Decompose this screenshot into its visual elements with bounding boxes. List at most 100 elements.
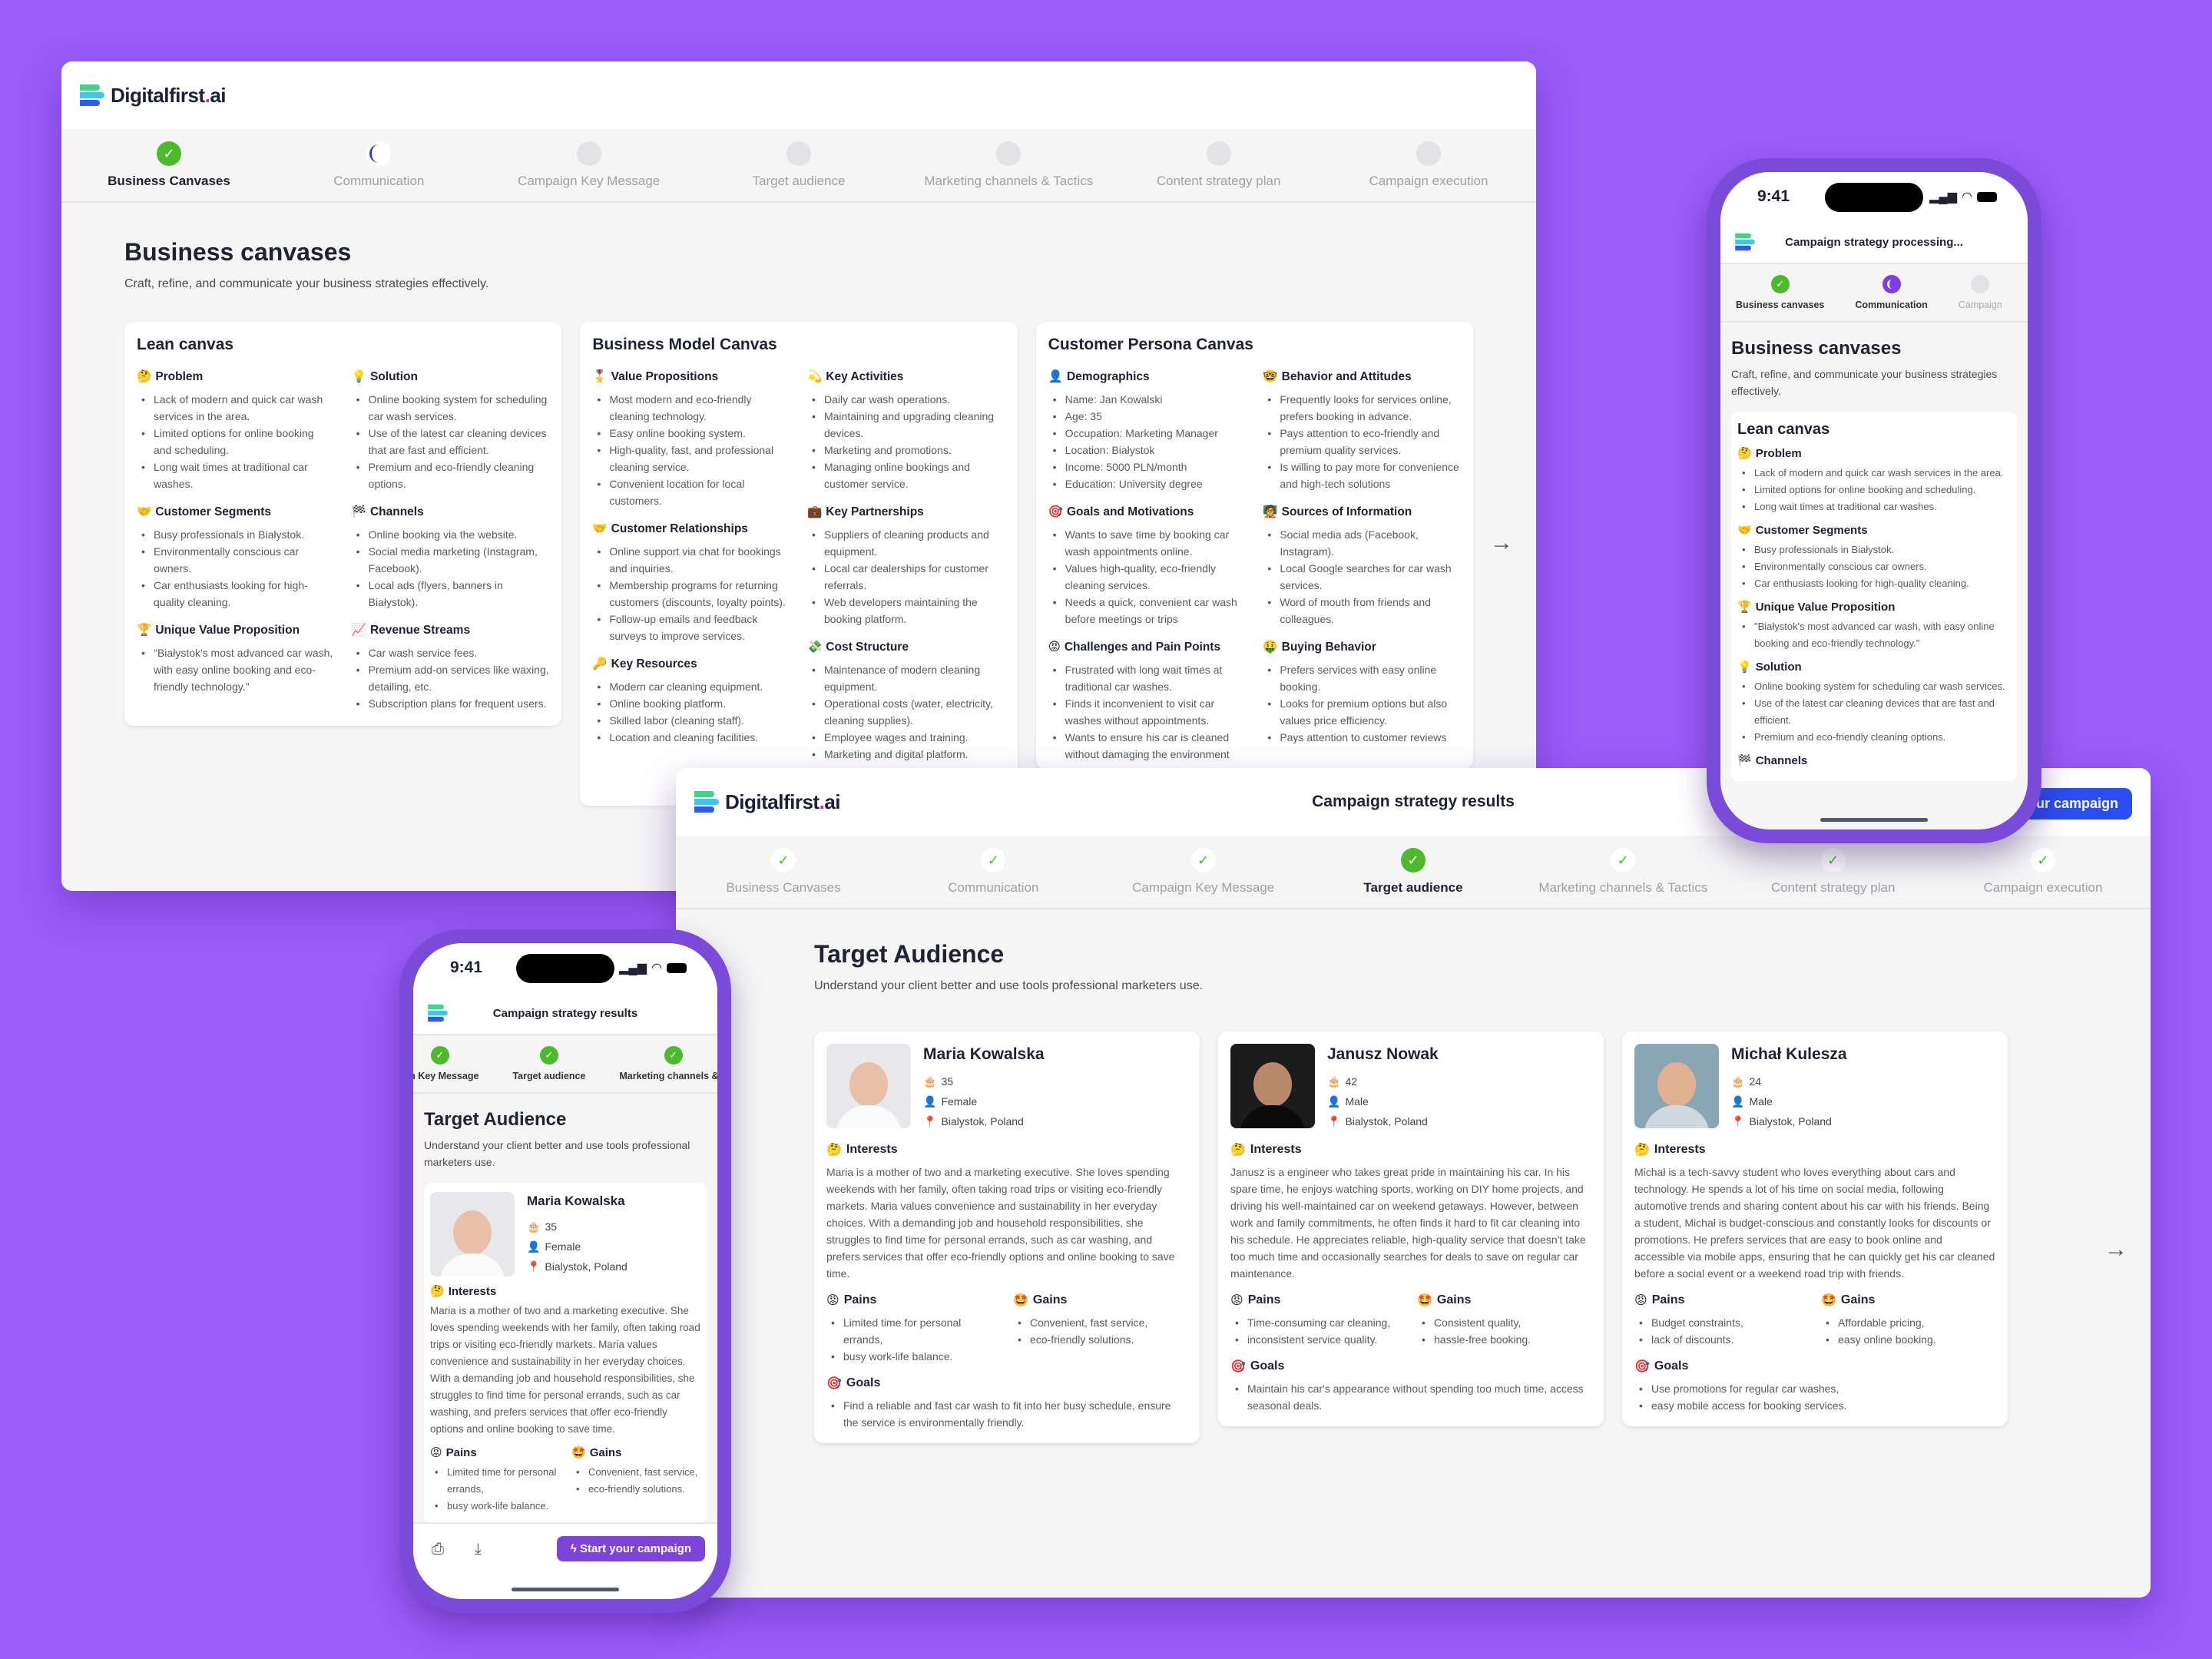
sources-section: 🧑‍🏫Sources of InformationSocial media ad… xyxy=(1263,505,1461,628)
trophy-icon: 🏆 xyxy=(1737,601,1752,614)
signal-icon: ▂▄▆ xyxy=(619,962,647,975)
target-icon: 🎯 xyxy=(1048,505,1063,518)
list-item: Online booking platform. xyxy=(592,695,790,712)
list-item: Web developers maintaining the booking p… xyxy=(807,594,1005,628)
step-marketing-channels[interactable]: Marketing channels & Tactics xyxy=(916,129,1101,201)
step-target-audience[interactable]: ✓ Target audience xyxy=(1321,836,1505,908)
list-item: Maintenance of modern cleaning equipment… xyxy=(807,661,1005,695)
list-item: eco-friendly solutions. xyxy=(571,1481,700,1498)
page-title: Business canvases xyxy=(124,238,352,266)
pending-dot-icon xyxy=(576,141,601,166)
step-communication[interactable]: Communication xyxy=(1855,275,1928,310)
bullet-list: Online support via chat for bookings and… xyxy=(592,543,790,644)
page-title: Target Audience xyxy=(424,1109,567,1130)
page-title: Target Audience xyxy=(814,940,1005,968)
start-campaign-button[interactable]: ϟ Start your campaign xyxy=(556,1536,705,1561)
customer-persona-canvas-card: Customer Persona Canvas 👤DemographicsNam… xyxy=(1035,322,1473,769)
cake-icon: 🎂 xyxy=(1327,1075,1341,1088)
step-communication[interactable]: Communication xyxy=(286,129,471,201)
step-campaign-execution[interactable]: ✓ Campaign execution xyxy=(1951,836,2135,908)
list-item: Managing online bookings and customer se… xyxy=(807,459,1005,492)
step-campaign-key-message[interactable]: ✓ Campaign Key Message xyxy=(1111,836,1296,908)
list-item: easy online booking. xyxy=(1821,1331,1995,1348)
step-business-canvases[interactable]: ✓ Business canvases xyxy=(1736,275,1824,310)
step-business-canvases[interactable]: ✓ Business Canvases xyxy=(77,129,261,201)
step-content-strategy[interactable]: ✓ Content strategy plan xyxy=(1741,836,1926,908)
brand-logo[interactable]: Digitalfirst.ai xyxy=(80,83,226,108)
mobile-stepper: ✓ Business canvases Communication Campaig… xyxy=(1720,264,2028,323)
chart-up-icon: 📈 xyxy=(351,624,366,637)
header-title: Campaign strategy results xyxy=(1312,793,1515,810)
print-icon[interactable]: ⎙ xyxy=(432,1541,444,1558)
list-item: Maintain his car's appearance without sp… xyxy=(1230,1380,1591,1414)
avatar-photo xyxy=(430,1192,515,1277)
nerd-face-icon: 🤓 xyxy=(1263,370,1278,383)
channels-section: 🏁ChannelsOnline booking via the website.… xyxy=(352,505,550,611)
bullet-list: Find a reliable and fast car wash to fit… xyxy=(826,1397,1187,1431)
user-icon: 👤 xyxy=(1327,1095,1341,1108)
step-target-audience[interactable]: ✓ Target audience xyxy=(512,1046,585,1081)
pending-dot-icon xyxy=(996,141,1022,166)
step-campaign-key-message[interactable]: ✓ign Key Message xyxy=(413,1046,478,1081)
step-campaign-execution[interactable]: Campaign execution xyxy=(1336,129,1521,201)
bullet-list: Budget constraints,lack of discounts. xyxy=(1634,1314,1809,1348)
list-item: hassle-free booking. xyxy=(1417,1331,1591,1348)
next-arrow-icon[interactable]: → xyxy=(1490,530,1513,556)
bullet-list: Convenient, fast service,eco-friendly so… xyxy=(1013,1314,1187,1348)
check-icon: ✓ xyxy=(430,1046,449,1065)
step-marketing-channels[interactable]: ✓ Marketing channels & T xyxy=(619,1046,717,1081)
list-item: Income: 5000 PLN/month xyxy=(1048,459,1247,475)
list-item: Most modern and eco-friendly cleaning te… xyxy=(592,391,790,425)
step-target-audience[interactable]: Target audience xyxy=(707,129,891,201)
step-campaign-key-message[interactable]: Campaign Key Message xyxy=(497,129,681,201)
list-item: Convenient location for local customers. xyxy=(592,475,790,509)
thinking-face-icon: 🤔 xyxy=(826,1144,842,1157)
step-business-canvases[interactable]: ✓ Business Canvases xyxy=(691,836,876,908)
brand-logo[interactable]: Digitalfirst.ai xyxy=(694,790,840,814)
logo-icon xyxy=(694,790,719,814)
list-item: Environmentally conscious car owners. xyxy=(1737,558,2011,575)
list-item: Car enthusiasts looking for high-quality… xyxy=(1737,575,2011,592)
persona-gender: Male xyxy=(1749,1095,1773,1108)
bullet-list: Convenient, fast service,eco-friendly so… xyxy=(571,1464,700,1498)
step-content-strategy[interactable]: Content strategy plan xyxy=(1127,129,1311,201)
persona-age: 42 xyxy=(1345,1075,1358,1088)
check-icon: ✓ xyxy=(539,1046,558,1065)
logo-icon[interactable] xyxy=(1735,232,1755,252)
list-item: Name: Jan Kowalski xyxy=(1048,391,1247,408)
bullet-list: Suppliers of cleaning products and equip… xyxy=(807,526,1005,628)
logo-icon[interactable] xyxy=(428,1003,448,1023)
list-item: Follow-up emails and feedback surveys to… xyxy=(592,611,790,644)
list-item: Lack of modern and quick car wash servic… xyxy=(137,391,335,425)
persona-card: Janusz Nowak 🎂 42 👤 Male 📍 Bialystok, Polan… xyxy=(1218,1031,1604,1426)
list-item: Age: 35 xyxy=(1048,408,1247,425)
target-icon: 🎯 xyxy=(1634,1360,1650,1373)
page-subtitle: Craft, refine, and communicate your busi… xyxy=(1731,368,1998,397)
handshake-icon: 🤝 xyxy=(137,505,152,518)
phone-mockup-results: 9:41 ▂▄▆◠ Campaign strategy results ✓ign… xyxy=(399,929,731,1613)
list-item: "Białystok's most advanced car wash, wit… xyxy=(137,644,335,695)
check-icon: ✓ xyxy=(981,848,1006,873)
logo-icon xyxy=(80,83,104,108)
persona-age: 24 xyxy=(1749,1075,1762,1088)
persona-card: Michał Kulesza 🎂 24 👤 Male 📍 Bialystok, Pol… xyxy=(1622,1031,2008,1426)
dynamic-island xyxy=(516,954,614,983)
list-item: Long wait times at traditional car washe… xyxy=(137,459,335,492)
step-communication[interactable]: ✓ Communication xyxy=(901,836,1085,908)
angry-face-icon: 😡 xyxy=(1048,641,1061,654)
bullet-list: Lack of modern and quick car wash servic… xyxy=(137,391,335,492)
cake-icon: 🎂 xyxy=(1731,1075,1745,1088)
step-marketing-channels[interactable]: ✓ Marketing channels & Tactics xyxy=(1531,836,1715,908)
business-canvases-window: Digitalfirst.ai ✓ Business Canvases Commu… xyxy=(61,61,1536,891)
download-icon[interactable]: ⤓ xyxy=(475,1541,482,1558)
avatar-photo xyxy=(1634,1044,1719,1128)
loading-spinner-icon xyxy=(1882,275,1901,293)
step-campaign[interactable]: Campaign xyxy=(1959,275,2002,310)
cost-structure-section: 💸Cost StructureMaintenance of modern cle… xyxy=(807,640,1005,763)
bullet-list: Most modern and eco-friendly cleaning te… xyxy=(592,391,790,509)
persona-interests: Janusz is a engineer who takes great pri… xyxy=(1230,1166,1586,1280)
thinking-face-icon: 🤔 xyxy=(1230,1144,1246,1157)
bullet-list: Maintain his car's appearance without sp… xyxy=(1230,1380,1591,1414)
list-item: Marketing and promotions. xyxy=(807,442,1005,459)
next-arrow-icon[interactable]: → xyxy=(2104,1237,2128,1263)
